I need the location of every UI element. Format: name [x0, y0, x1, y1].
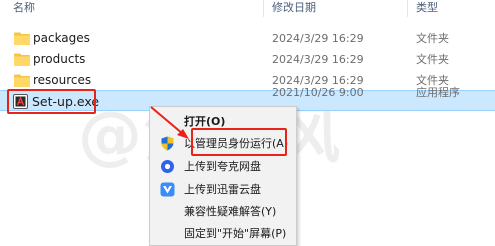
menu-item-label: 上传到迅雷云盘: [184, 183, 261, 196]
column-divider[interactable]: [263, 0, 264, 17]
quark-icon: [161, 160, 174, 173]
column-header: 名称 修改日期 类型: [0, 0, 495, 17]
highlight-box-run-as-admin: [191, 128, 287, 156]
file-name: packages: [33, 31, 90, 45]
xunlei-icon: [160, 182, 175, 197]
file-type: 文件夹: [416, 53, 449, 66]
column-name-header[interactable]: 名称: [13, 0, 35, 17]
context-menu: 打开(O) 以管理员身份运行(A) 上传到夸克网盘 上传到迅雷云盘 兼容性疑难解…: [149, 106, 297, 246]
menu-item-compat-troubleshoot[interactable]: 兼容性疑难解答(Y): [150, 200, 296, 223]
file-name: resources: [33, 73, 92, 87]
menu-item-label: 兼容性疑难解答(Y): [184, 205, 277, 218]
uac-shield-icon: [161, 136, 174, 151]
folder-icon: [14, 74, 30, 87]
menu-item-label: 固定到"开始"屏幕(P): [184, 227, 287, 240]
file-date: 2024/3/29 16:29: [272, 53, 364, 66]
menu-item-label: 上传到夸克网盘: [184, 160, 261, 173]
file-date: 2021/10/26 9:00: [272, 86, 364, 99]
highlight-box-setup: [7, 89, 96, 114]
file-type: 应用程序: [416, 86, 460, 99]
file-row-packages[interactable]: packages 2024/3/29 16:29 文件夹: [0, 28, 495, 49]
file-name: products: [33, 52, 86, 66]
menu-item-upload-quark[interactable]: 上传到夸克网盘: [150, 155, 296, 178]
folder-icon: [14, 53, 30, 66]
column-date-header[interactable]: 修改日期: [272, 0, 316, 17]
column-divider[interactable]: [407, 0, 408, 17]
menu-item-pin-to-start[interactable]: 固定到"开始"屏幕(P): [150, 222, 296, 245]
file-type: 文件夹: [416, 32, 449, 45]
folder-icon: [14, 32, 30, 45]
column-type-header[interactable]: 类型: [416, 0, 438, 17]
file-row-products[interactable]: products 2024/3/29 16:29 文件夹: [0, 49, 495, 70]
menu-item-upload-xunlei[interactable]: 上传到迅雷云盘: [150, 178, 296, 201]
file-date: 2024/3/29 16:29: [272, 32, 364, 45]
